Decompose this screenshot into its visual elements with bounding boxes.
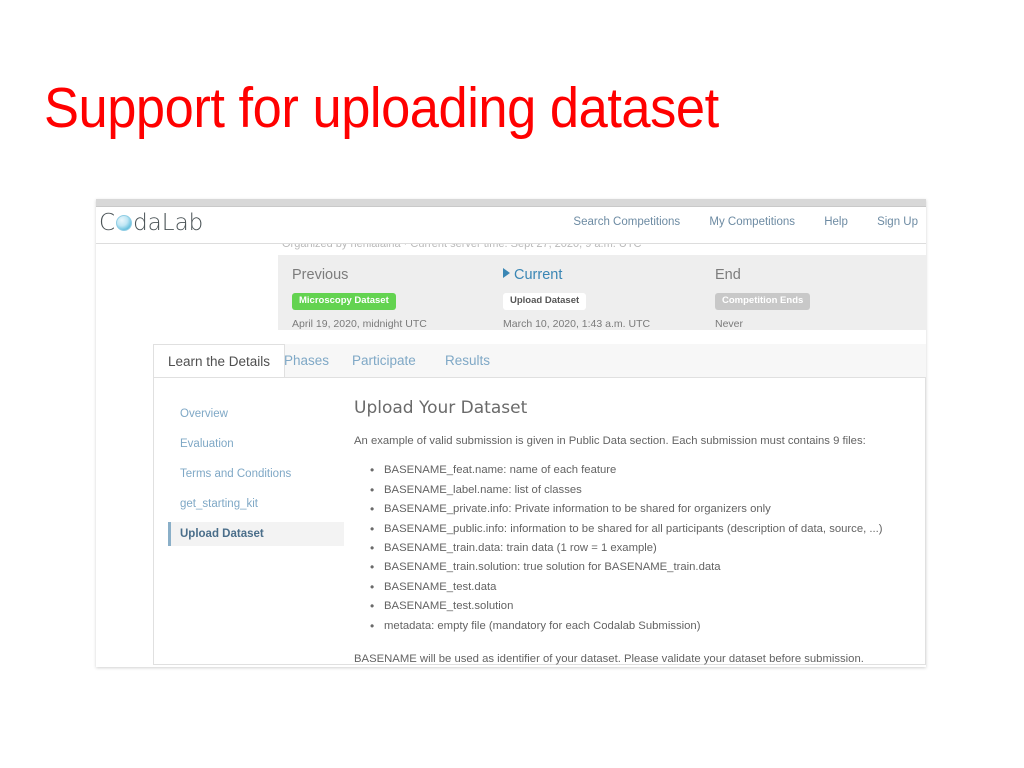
- tab-bar: Learn the Details Phases Participate Res…: [153, 344, 926, 379]
- phase-heading-previous: Previous: [292, 267, 349, 283]
- phase-date-current: March 10, 2020, 1:43 a.m. UTC: [503, 317, 651, 330]
- phase-column-previous: Previous Microscopy Dataset April 19, 20…: [292, 267, 427, 330]
- list-item: BASENAME_label.name: list of classes: [370, 480, 899, 501]
- list-item: BASENAME_test.data: [370, 577, 899, 598]
- tab-phases[interactable]: Phases: [270, 344, 343, 378]
- list-item: BASENAME_test.solution: [370, 596, 899, 617]
- phase-heading-current: Current: [503, 267, 650, 283]
- site-header: C daLab Search Competitions My Competiti…: [96, 207, 926, 245]
- organized-by-text: Organized by herilalaina · Current serve…: [282, 244, 642, 250]
- phase-badge-end: Competition Ends: [715, 293, 811, 310]
- phase-heading-current-label: Current: [514, 267, 563, 283]
- tab-results[interactable]: Results: [431, 344, 504, 378]
- phase-badge-previous: Microscopy Dataset: [292, 293, 396, 310]
- nav-link-sign-up[interactable]: Sign Up: [877, 216, 918, 228]
- nav-link-help[interactable]: Help: [824, 216, 848, 228]
- sidebar-item-evaluation[interactable]: Evaluation: [168, 432, 348, 456]
- blue-orb-icon: [116, 215, 133, 231]
- nav-link-my-competitions[interactable]: My Competitions: [709, 216, 795, 228]
- list-item: BASENAME_train.data: train data (1 row =…: [370, 538, 899, 559]
- phase-timeline: Previous Microscopy Dataset April 19, 20…: [278, 255, 926, 330]
- organized-by-line: Organized by herilalaina · Current serve…: [96, 244, 926, 255]
- document-body: Upload Your Dataset An example of valid …: [354, 398, 899, 667]
- list-item: BASENAME_private.info: Private informati…: [370, 499, 899, 520]
- phase-column-end: End Competition Ends Never: [715, 267, 811, 330]
- sidebar-item-get-starting-kit[interactable]: get_starting_kit: [168, 492, 348, 516]
- list-item: metadata: empty file (mandatory for each…: [370, 616, 899, 637]
- page-title: Support for uploading dataset: [44, 76, 719, 140]
- play-triangle-icon: [503, 268, 510, 278]
- content-heading: Upload Your Dataset: [354, 398, 528, 418]
- content-outro-text: BASENAME will be used as identifier of y…: [354, 653, 864, 666]
- content-outro: BASENAME will be used as identifier of y…: [354, 650, 899, 667]
- sidebar-item-overview[interactable]: Overview: [168, 402, 348, 426]
- phase-date-end: Never: [715, 317, 744, 330]
- browser-chrome-strip: [96, 199, 926, 207]
- phase-heading-end: End: [715, 267, 741, 283]
- logo-text-prefix: C: [99, 210, 116, 236]
- sidebar-item-terms-and-conditions[interactable]: Terms and Conditions: [168, 462, 348, 486]
- content-panel: Overview Evaluation Terms and Conditions…: [153, 377, 926, 665]
- phase-column-current: Current Upload Dataset March 10, 2020, 1…: [503, 267, 650, 330]
- list-item: BASENAME_train.solution: true solution f…: [370, 557, 899, 578]
- logo-text-suffix: daLab: [133, 210, 204, 236]
- phase-badge-current: Upload Dataset: [503, 293, 587, 310]
- list-item: BASENAME_public.info: information to be …: [370, 519, 899, 540]
- tab-participate[interactable]: Participate: [338, 344, 430, 378]
- content-intro: An example of valid submission is given …: [354, 435, 866, 447]
- phase-date-previous: April 19, 2020, midnight UTC: [292, 317, 427, 330]
- section-sidebar: Overview Evaluation Terms and Conditions…: [168, 402, 348, 552]
- codalab-logo[interactable]: C daLab: [99, 210, 203, 236]
- file-requirements-list: BASENAME_feat.name: name of each feature…: [354, 460, 899, 637]
- sidebar-item-upload-dataset[interactable]: Upload Dataset: [168, 522, 344, 546]
- codalab-screenshot: C daLab Search Competitions My Competiti…: [96, 199, 926, 667]
- main-nav: Search Competitions My Competitions Help…: [547, 216, 918, 228]
- list-item: BASENAME_feat.name: name of each feature: [370, 460, 899, 481]
- tab-learn-the-details[interactable]: Learn the Details: [153, 344, 286, 378]
- nav-link-search-competitions[interactable]: Search Competitions: [573, 216, 680, 228]
